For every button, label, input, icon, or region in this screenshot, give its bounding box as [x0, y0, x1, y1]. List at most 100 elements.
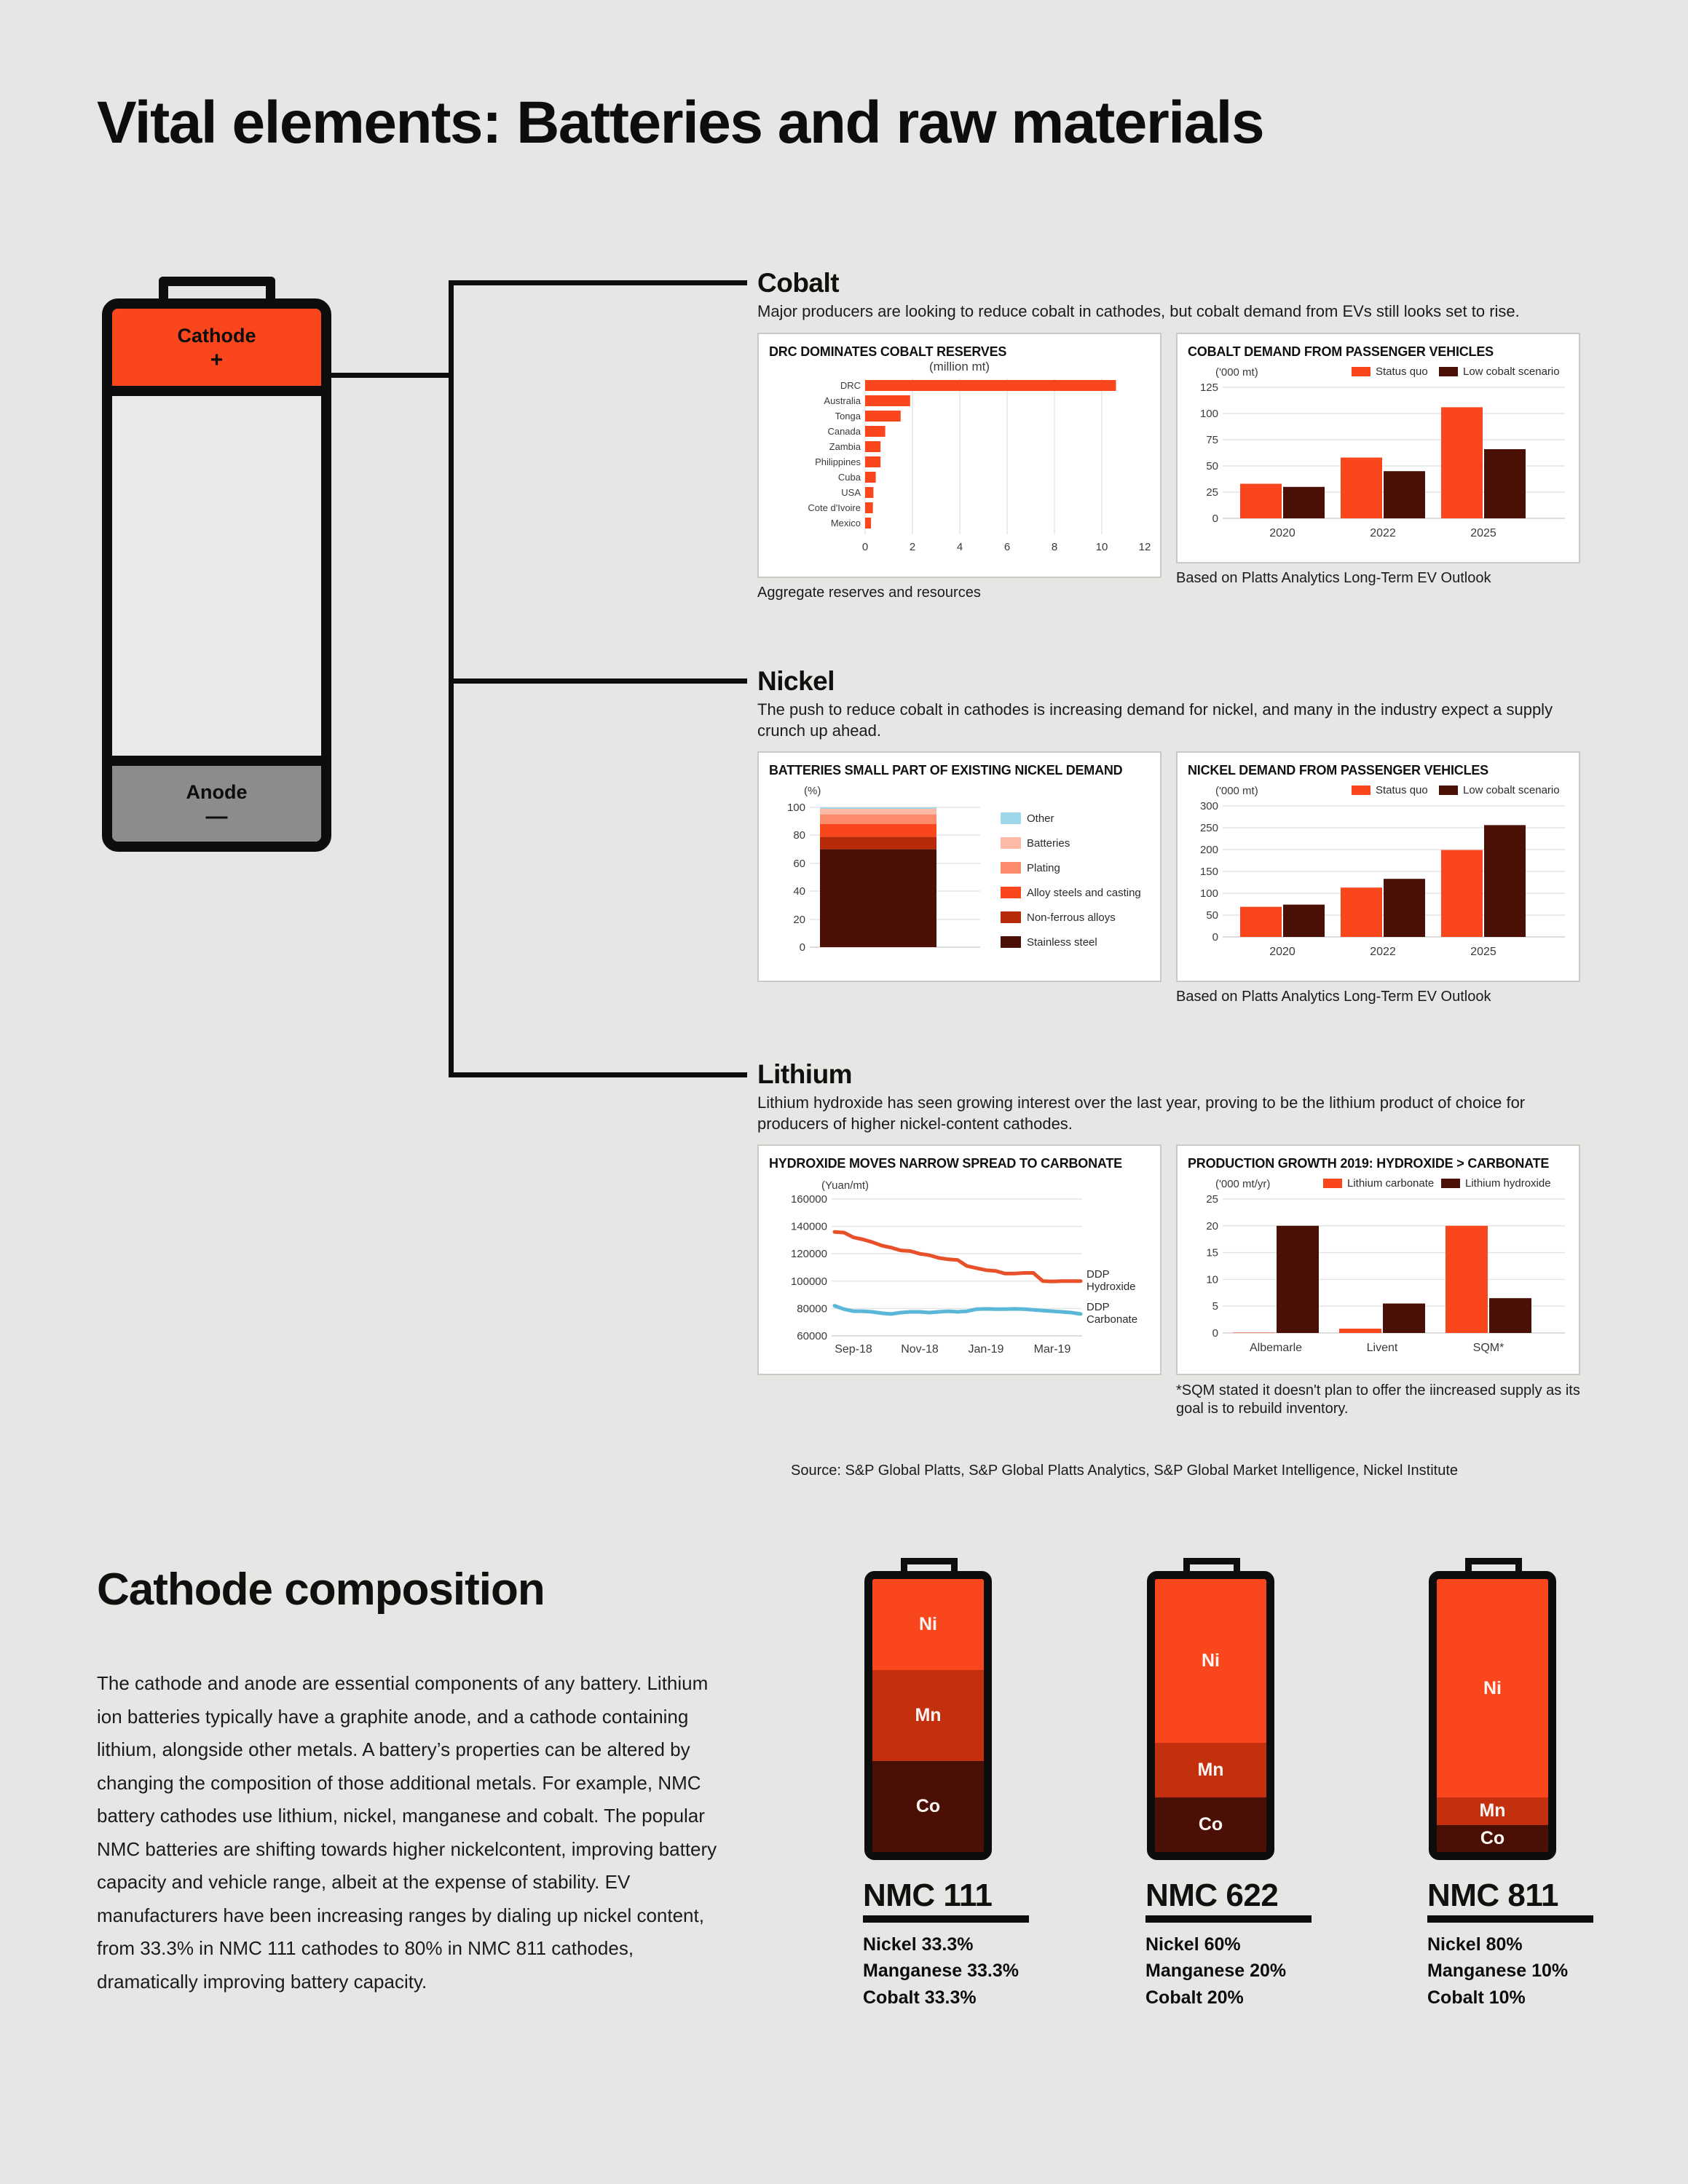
chart-title: COBALT DEMAND FROM PASSENGER VEHICLES	[1188, 344, 1494, 359]
caption-cobalt-reserves: Aggregate reserves and resources	[757, 584, 981, 601]
segment-co: Co	[1155, 1797, 1266, 1852]
svg-text:50: 50	[1206, 460, 1218, 472]
footnote-sqm: *SQM stated it doesn't plan to offer the…	[1176, 1382, 1580, 1417]
svg-text:2025: 2025	[1470, 527, 1496, 539]
chart-plot: DRC Australia Tonga Canada Zambia Philip…	[808, 378, 1151, 553]
svg-text:0: 0	[1212, 1327, 1218, 1340]
section-desc-nickel: The push to reduce cobalt in cathodes is…	[757, 700, 1553, 740]
nmc-manganese-line: Manganese 10%	[1427, 1961, 1569, 1982]
svg-text:Hydroxide: Hydroxide	[1086, 1281, 1136, 1293]
svg-text:120000: 120000	[791, 1248, 827, 1260]
svg-text:100000: 100000	[791, 1275, 827, 1288]
cathode-label: Cathode	[177, 325, 256, 347]
svg-text:150: 150	[1200, 866, 1218, 878]
battery-body: Ni Mn Co	[864, 1571, 992, 1860]
nmc-card-622: Ni Mn Co NMC 622 Nickel 60% Manganese 20…	[1145, 1558, 1386, 2011]
svg-text:75: 75	[1206, 434, 1218, 446]
section-title-nickel: Nickel	[757, 666, 835, 696]
segment-mn: Mn	[1155, 1743, 1266, 1797]
segment-co: Co	[872, 1760, 984, 1852]
svg-text:2022: 2022	[1370, 527, 1396, 539]
connector-branch-lithium	[449, 1072, 747, 1077]
segment-ni: Ni	[1437, 1579, 1548, 1797]
section-desc-lithium: Lithium hydroxide has seen growing inter…	[757, 1093, 1526, 1133]
chart-title: HYDROXIDE MOVES NARROW SPREAD TO CARBONA…	[769, 1156, 1122, 1171]
segment-ni: Ni	[872, 1579, 984, 1670]
battery-body: Ni Mn Co	[1429, 1571, 1556, 1860]
battery-body: Cathode + Anode —	[102, 298, 331, 852]
svg-text:20: 20	[793, 914, 805, 926]
nmc-battery-graphic: Ni Mn Co	[1147, 1558, 1274, 1860]
svg-text:125: 125	[1200, 381, 1218, 394]
chart-unit: ('000 mt)	[1215, 366, 1258, 379]
svg-text:4: 4	[957, 541, 963, 553]
section-title-lithium: Lithium	[757, 1059, 853, 1089]
svg-text:2020: 2020	[1269, 946, 1295, 958]
minus-icon: —	[205, 804, 228, 828]
svg-text:DRC: DRC	[840, 380, 861, 391]
svg-text:50: 50	[1206, 909, 1218, 922]
section-cobalt: Cobalt Major producers are looking to re…	[757, 268, 1595, 601]
connector-stub-cathode	[331, 373, 454, 378]
battery-diagram: Cathode + Anode —	[102, 277, 331, 852]
chart-cobalt-reserves: DRC DOMINATES COBALT RESERVES (million m…	[757, 332, 1162, 578]
chart-plot: (%) 100 80 60 40 20 0 Other Batteries Pl…	[787, 785, 1141, 954]
nmc-battery-graphic: Ni Mn Co	[1429, 1558, 1556, 1860]
svg-text:10: 10	[1096, 541, 1108, 553]
nmc-manganese-line: Manganese 33.3%	[863, 1961, 1019, 1982]
battery-anode-section: Anode —	[112, 756, 321, 842]
chart-plot: ('000 mt) Status quo Low cobalt scenario	[1200, 365, 1565, 539]
svg-text:Batteries: Batteries	[1027, 837, 1070, 850]
chart-title: PRODUCTION GROWTH 2019: HYDROXIDE > CARB…	[1188, 1156, 1550, 1171]
svg-text:0: 0	[800, 941, 805, 954]
svg-text:Status quo: Status quo	[1376, 784, 1428, 796]
nmc-nickel-line: Nickel 60%	[1145, 1934, 1241, 1955]
chart-unit: (million mt)	[928, 359, 990, 373]
svg-text:2022: 2022	[1370, 946, 1396, 958]
svg-text:2025: 2025	[1470, 946, 1496, 958]
nmc-nickel-line: Nickel 33.3%	[863, 1934, 974, 1955]
chart-title: BATTERIES SMALL PART OF EXISTING NICKEL …	[769, 763, 1123, 778]
svg-text:DDP: DDP	[1086, 1268, 1110, 1281]
svg-text:20: 20	[1206, 1220, 1218, 1233]
caption-cobalt-demand: Based on Platts Analytics Long-Term EV O…	[1176, 569, 1491, 586]
svg-text:5: 5	[1212, 1300, 1218, 1313]
chart-nickel-demand-pv: NICKEL DEMAND FROM PASSENGER VEHICLES ('…	[1176, 751, 1580, 983]
svg-text:40: 40	[793, 885, 805, 898]
svg-text:60: 60	[793, 858, 805, 870]
svg-text:Low cobalt scenario: Low cobalt scenario	[1463, 784, 1560, 796]
nmc-battery-graphic: Ni Mn Co	[864, 1558, 992, 1860]
svg-text:Alloy steels and casting: Alloy steels and casting	[1027, 887, 1141, 899]
svg-text:USA: USA	[841, 487, 861, 498]
chart-lithium-prices: HYDROXIDE MOVES NARROW SPREAD TO CARBONA…	[757, 1144, 1162, 1376]
svg-text:Cuba: Cuba	[838, 472, 861, 483]
svg-text:Mar-19: Mar-19	[1034, 1343, 1071, 1356]
svg-text:25: 25	[1206, 486, 1218, 499]
nmc-underline	[863, 1915, 1029, 1923]
svg-text:6: 6	[1004, 541, 1010, 553]
svg-text:80: 80	[793, 829, 805, 842]
svg-text:25: 25	[1206, 1193, 1218, 1206]
battery-body: Ni Mn Co	[1147, 1571, 1274, 1860]
section-nickel: Nickel The push to reduce cobalt in cath…	[757, 666, 1595, 1005]
svg-text:Low cobalt scenario: Low cobalt scenario	[1463, 365, 1560, 378]
nmc-cobalt-line: Cobalt 20%	[1145, 1987, 1244, 2008]
nmc-nickel-line: Nickel 80%	[1427, 1934, 1523, 1955]
connector-branch-cobalt	[449, 280, 747, 285]
svg-text:Australia: Australia	[824, 395, 861, 406]
svg-text:10: 10	[1206, 1274, 1218, 1286]
svg-text:60000: 60000	[797, 1330, 827, 1342]
svg-text:Zambia: Zambia	[829, 441, 861, 452]
svg-text:80000: 80000	[797, 1303, 827, 1315]
chart-plot: (Yuan/mt) 160000 140000 120000 100000 80…	[791, 1179, 1137, 1356]
cathode-composition-title: Cathode composition	[97, 1564, 545, 1615]
svg-text:160000: 160000	[791, 1193, 827, 1206]
chart-title: NICKEL DEMAND FROM PASSENGER VEHICLES	[1188, 763, 1488, 778]
chart-plot: ('000 mt/yr) Lithium carbonate Lithium h…	[1206, 1177, 1565, 1354]
svg-text:Non-ferrous alloys: Non-ferrous alloys	[1027, 911, 1116, 924]
svg-text:Jan-19: Jan-19	[969, 1343, 1004, 1356]
svg-text:Canada: Canada	[827, 426, 861, 437]
svg-text:Other: Other	[1027, 812, 1054, 825]
chart-lithium-production-growth: PRODUCTION GROWTH 2019: HYDROXIDE > CARB…	[1176, 1144, 1580, 1376]
nmc-underline	[1427, 1915, 1593, 1923]
